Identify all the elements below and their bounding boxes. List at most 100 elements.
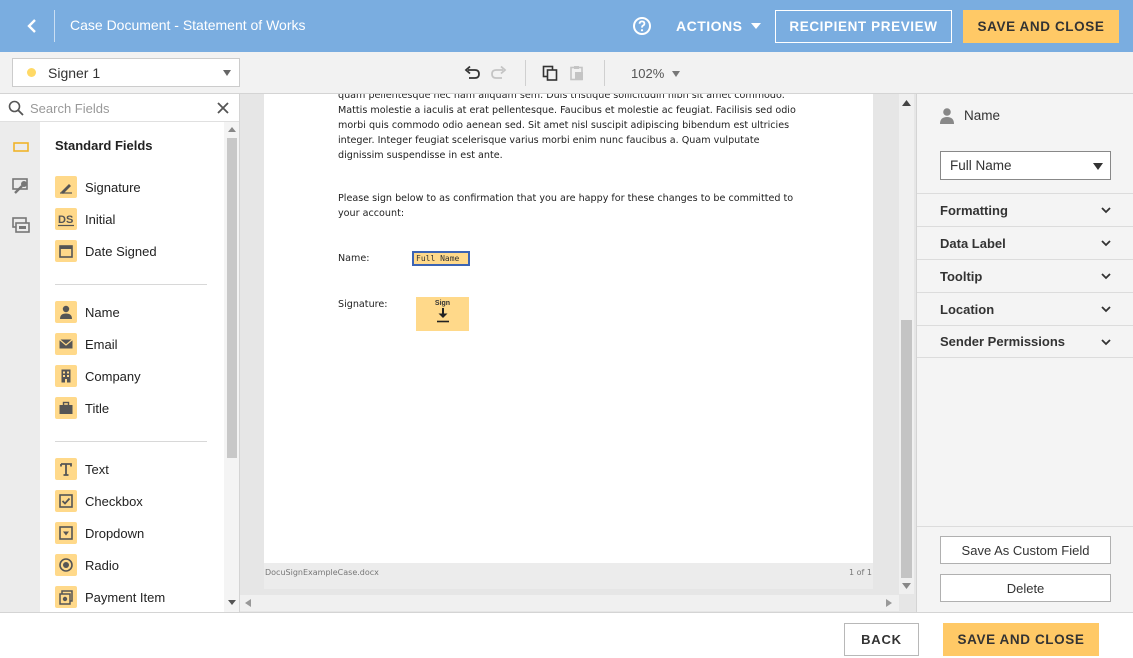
svg-text:DS: DS xyxy=(58,214,73,226)
recipient-preview-button[interactable]: RECIPIENT PREVIEW xyxy=(775,10,952,43)
signature-field[interactable]: Sign xyxy=(416,297,469,331)
help-icon[interactable] xyxy=(632,16,652,36)
field-text[interactable]: Text xyxy=(55,458,109,480)
top-bar: Case Document - Statement of Works ACTIO… xyxy=(0,0,1133,52)
field-checkbox[interactable]: Checkbox xyxy=(55,490,143,512)
signer-color-dot xyxy=(27,68,36,77)
save-and-close-bottom-button[interactable]: SAVE AND CLOSE xyxy=(943,623,1099,656)
field-label: Company xyxy=(85,368,141,384)
section-location[interactable]: Location xyxy=(917,292,1133,325)
field-label: Signature xyxy=(85,179,141,195)
pen-icon xyxy=(55,176,77,198)
chevron-down-icon xyxy=(1101,273,1111,280)
section-label: Formatting xyxy=(940,202,1008,218)
calendar-icon xyxy=(55,240,77,262)
file-name: DocuSignExampleCase.docx xyxy=(265,568,379,577)
field-signature[interactable]: Signature xyxy=(55,176,141,198)
person-icon xyxy=(55,301,77,323)
search-fields-input[interactable] xyxy=(30,98,210,118)
zoom-level: 102% xyxy=(631,66,665,81)
actions-label: ACTIONS xyxy=(676,18,743,34)
name-format-select[interactable]: Full Name xyxy=(940,151,1111,180)
text-t-icon xyxy=(55,458,77,480)
field-payment-item[interactable]: Payment Item xyxy=(55,586,165,608)
document-horizontal-scrollbar[interactable] xyxy=(240,595,899,611)
caret-down-icon xyxy=(1093,163,1103,170)
editor-toolbar: Signer 1 102% xyxy=(0,52,1133,94)
sign-text: Sign xyxy=(434,300,451,307)
document-canvas: quam pellentesque nec nam aliquam sem. D… xyxy=(240,94,916,612)
scroll-down-icon[interactable] xyxy=(902,583,911,589)
field-title[interactable]: Title xyxy=(55,397,109,419)
zoom-select[interactable]: 102% xyxy=(631,66,681,81)
scroll-left-icon[interactable] xyxy=(245,599,251,607)
back-button[interactable]: BACK xyxy=(844,623,919,656)
section-data-label[interactable]: Data Label xyxy=(917,226,1133,259)
envelope-icon xyxy=(55,333,77,355)
scrollbar-thumb[interactable] xyxy=(227,138,237,458)
field-type-header: Name xyxy=(939,107,1000,124)
section-label: Data Label xyxy=(940,235,1006,251)
signer-select[interactable]: Signer 1 xyxy=(12,58,240,87)
field-label: Radio xyxy=(85,557,119,573)
scroll-down-icon[interactable] xyxy=(227,600,237,606)
field-label: Dropdown xyxy=(85,525,145,541)
field-company[interactable]: Company xyxy=(55,365,141,387)
person-icon xyxy=(940,108,954,124)
field-type-label: Name xyxy=(964,108,1001,123)
toolbar-divider xyxy=(604,60,605,86)
delete-button[interactable]: Delete xyxy=(940,574,1111,602)
wrench-icon[interactable] xyxy=(11,176,31,196)
section-formatting[interactable]: Formatting xyxy=(917,193,1133,226)
field-name[interactable]: Name xyxy=(55,301,120,323)
close-icon[interactable] xyxy=(216,101,230,115)
page-indicator: 1 of 1 xyxy=(849,568,872,577)
field-radio[interactable]: Radio xyxy=(55,554,119,576)
section-title: Standard Fields xyxy=(55,138,153,153)
section-tooltip[interactable]: Tooltip xyxy=(917,259,1133,292)
save-and-close-button[interactable]: SAVE AND CLOSE xyxy=(963,10,1119,43)
full-name-field[interactable]: Full Name xyxy=(412,251,470,266)
section-sender-permissions[interactable]: Sender Permissions xyxy=(917,325,1133,358)
briefcase-icon xyxy=(55,397,77,419)
undo-icon[interactable] xyxy=(463,64,481,82)
field-label: Initial xyxy=(85,211,116,227)
standard-fields-icon[interactable] xyxy=(11,137,31,157)
signature-label: Signature: xyxy=(338,299,388,310)
copy-icon[interactable] xyxy=(541,64,559,82)
caret-down-icon xyxy=(672,70,681,77)
initial-ds-icon: DS xyxy=(55,208,77,230)
name-format-value: Full Name xyxy=(950,158,1012,173)
chevron-down-icon xyxy=(1101,240,1111,247)
section-label: Tooltip xyxy=(940,268,983,284)
field-dropdown[interactable]: Dropdown xyxy=(55,522,144,544)
field-date-signed[interactable]: Date Signed xyxy=(55,240,157,262)
field-label: Email xyxy=(85,336,118,352)
field-label: Payment Item xyxy=(85,589,166,605)
radio-icon xyxy=(55,554,77,576)
field-email[interactable]: Email xyxy=(55,333,118,355)
field-initial[interactable]: DS Initial xyxy=(55,208,115,230)
scroll-up-icon[interactable] xyxy=(227,126,237,132)
field-properties-panel: Name Full Name Formatting Data Label Too… xyxy=(916,94,1133,612)
redo-icon[interactable] xyxy=(490,64,508,82)
back-arrow-button[interactable] xyxy=(14,12,50,40)
section-label: Location xyxy=(940,301,995,317)
list-divider xyxy=(55,284,207,285)
custom-fields-icon[interactable] xyxy=(11,215,31,235)
field-label: Title xyxy=(85,400,110,416)
paste-icon[interactable] xyxy=(568,64,586,82)
scroll-right-icon[interactable] xyxy=(886,599,892,607)
fields-scrollbar[interactable] xyxy=(224,122,239,612)
save-as-custom-field-button[interactable]: Save As Custom Field xyxy=(940,536,1111,564)
scroll-up-icon[interactable] xyxy=(902,100,911,106)
body-paragraph: quam pellentesque nec nam aliquam sem. D… xyxy=(338,94,796,161)
scrollbar-thumb[interactable] xyxy=(901,320,912,578)
search-icon xyxy=(8,100,24,116)
fields-panel: Standard Fields Signature DS Initial Dat… xyxy=(0,94,240,612)
document-vertical-scrollbar[interactable] xyxy=(899,94,914,594)
payment-icon xyxy=(55,586,77,608)
search-bar xyxy=(0,94,239,122)
actions-menu[interactable]: ACTIONS xyxy=(676,18,761,34)
name-label: Name: xyxy=(338,253,370,264)
